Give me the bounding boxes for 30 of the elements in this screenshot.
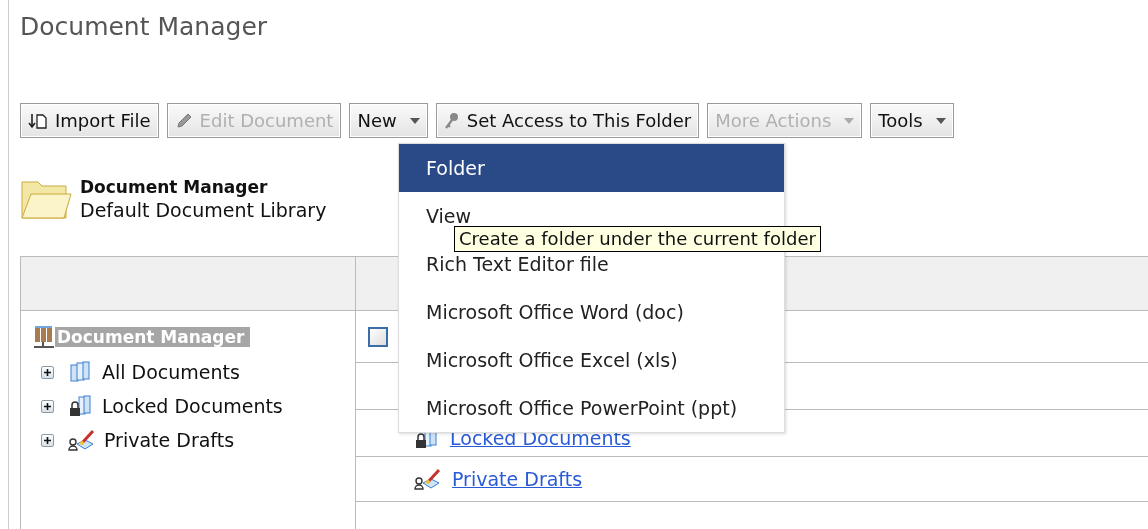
- tree-item[interactable]: Locked Documents: [102, 395, 283, 417]
- menu-item[interactable]: Microsoft Office Word (doc): [399, 288, 784, 336]
- folder-link[interactable]: Private Drafts: [452, 468, 583, 490]
- key-icon: [443, 111, 460, 130]
- menu-item[interactable]: Microsoft Office PowerPoint (ppt): [399, 384, 784, 432]
- import-icon: [28, 112, 48, 129]
- toolbar-button[interactable]: Import File: [20, 103, 159, 138]
- tree-item[interactable]: Private Drafts: [104, 429, 235, 451]
- pencil-icon: [174, 111, 193, 130]
- expand-icon[interactable]: [41, 399, 54, 413]
- drafts-icon: [68, 429, 96, 451]
- caret-icon: [844, 117, 855, 124]
- dropdown-button[interactable]: New: [349, 103, 428, 138]
- caret-icon: [935, 117, 946, 124]
- menu-item[interactable]: Folder: [399, 144, 784, 192]
- drafts-icon: [414, 468, 442, 490]
- expand-icon[interactable]: [41, 433, 54, 447]
- toolbar-button[interactable]: Set Access to This Folder: [435, 103, 700, 138]
- library-name: Document Manager: [80, 177, 269, 197]
- tooltip: Create a folder under the current folder: [454, 226, 821, 252]
- caret-icon: [409, 117, 420, 124]
- library-icon: [33, 324, 55, 350]
- locked-documents-icon: [68, 395, 94, 417]
- expand-icon[interactable]: [41, 365, 54, 379]
- menu-item[interactable]: Microsoft Office Excel (xls): [399, 336, 784, 384]
- tree-item[interactable]: All Documents: [102, 361, 240, 383]
- library-description: Default Document Library: [80, 199, 327, 221]
- checkbox[interactable]: [368, 326, 388, 347]
- dropdown-button[interactable]: Tools: [870, 103, 954, 138]
- page-title: Document Manager: [20, 11, 269, 43]
